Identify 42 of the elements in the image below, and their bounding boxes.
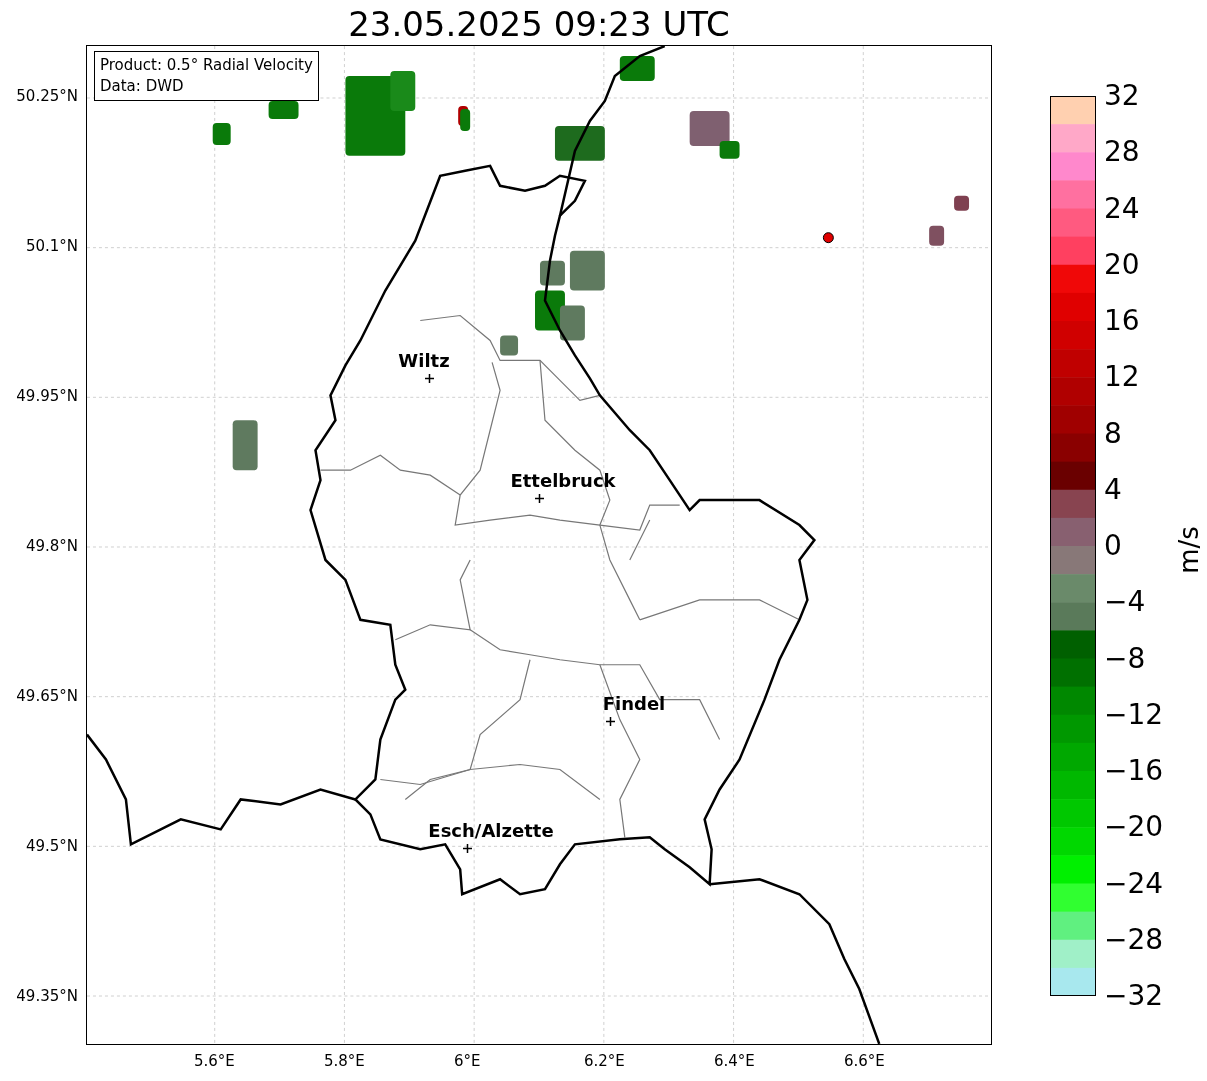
plus-marker-icon bbox=[463, 844, 472, 853]
longitude-label: 6.6°E bbox=[844, 1052, 885, 1070]
plus-marker-icon bbox=[606, 717, 615, 726]
colorbar-tick-label: 16 bbox=[1104, 305, 1140, 337]
colorbar-tick-label: −4 bbox=[1104, 586, 1146, 619]
colorbar-tick-label: 12 bbox=[1104, 361, 1140, 394]
colorbar-label: m/s bbox=[1173, 526, 1204, 574]
latitude-label: 49.65°N bbox=[16, 687, 78, 705]
colorbar-tick-label: −28 bbox=[1104, 923, 1164, 956]
longitude-label: 6°E bbox=[454, 1052, 481, 1070]
colorbar-tick-label: 28 bbox=[1104, 136, 1140, 169]
colorbar-tick-label: 4 bbox=[1104, 473, 1122, 506]
longitude-label: 5.8°E bbox=[324, 1052, 365, 1070]
latitude-label: 49.8°N bbox=[25, 537, 78, 555]
colorbar-tick-label: 0 bbox=[1104, 530, 1122, 562]
info-text: Product: 0.5° Radial Velocity bbox=[100, 55, 313, 76]
colorbar-tick-label: −24 bbox=[1104, 867, 1164, 900]
colorbar-tick-label: 20 bbox=[1104, 248, 1140, 281]
colorbar-tick-label: 24 bbox=[1104, 192, 1140, 225]
city-label: Findel bbox=[602, 693, 666, 714]
colorbar-tick-label: 8 bbox=[1104, 417, 1122, 450]
longitude-label: 6.4°E bbox=[714, 1052, 755, 1070]
colorbar-tick-label: 32 bbox=[1104, 80, 1140, 112]
plus-marker-icon bbox=[535, 494, 544, 503]
city-label: Esch/Alzette bbox=[428, 820, 554, 841]
colorbar-tick-label: −8 bbox=[1104, 642, 1146, 675]
colorbar-tick-label: −16 bbox=[1104, 755, 1164, 787]
latitude-label: 49.95°N bbox=[16, 387, 78, 405]
latitude-label: 50.25°N bbox=[16, 87, 78, 105]
latitude-label: 49.35°N bbox=[16, 987, 78, 1005]
colorbar-tick-label: −12 bbox=[1104, 698, 1164, 731]
city-label: Ettelbruck bbox=[510, 470, 616, 491]
plus-marker-icon bbox=[425, 374, 434, 383]
longitude-label: 6.2°E bbox=[584, 1052, 625, 1070]
latitude-label: 49.5°N bbox=[25, 837, 78, 855]
info-text: Data: DWD bbox=[100, 76, 185, 97]
colorbar-tick-label: −32 bbox=[1104, 980, 1164, 1012]
latitude-label: 50.1°N bbox=[25, 237, 78, 255]
chart-title: 23.05.2025 09:23 UTC bbox=[347, 4, 731, 44]
longitude-label: 5.6°E bbox=[194, 1052, 235, 1070]
city-label: Wiltz bbox=[398, 350, 450, 371]
colorbar-tick-label: −20 bbox=[1104, 811, 1164, 844]
